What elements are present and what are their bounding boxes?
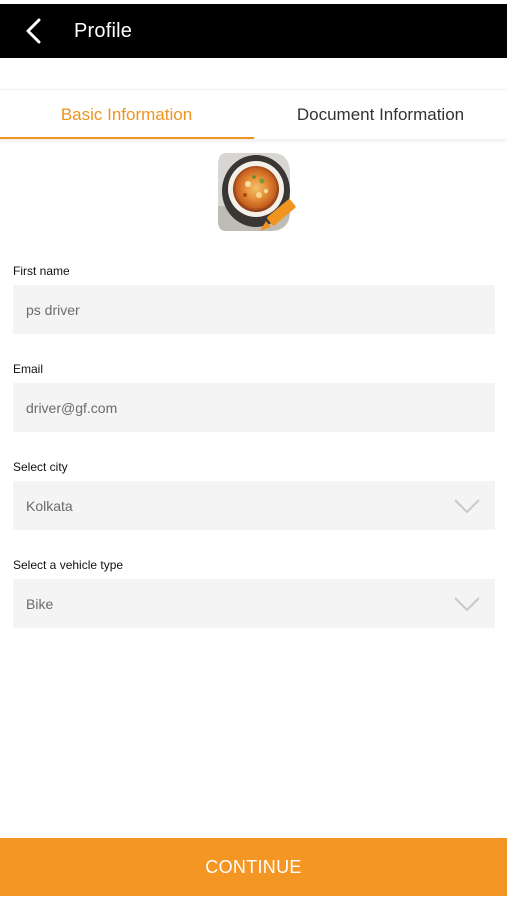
email-label: Email — [13, 362, 44, 376]
city-label: Select city — [13, 460, 68, 474]
chevron-left-icon[interactable] — [22, 18, 48, 44]
tab-basic-information[interactable]: Basic Information — [0, 90, 253, 140]
back-button[interactable] — [22, 18, 48, 44]
vehicle-type-label: Select a vehicle type — [13, 558, 124, 572]
vehicle-type-select[interactable]: Bike — [13, 579, 495, 628]
app-header: Profile — [0, 4, 507, 58]
first-name-field[interactable]: ps driver — [13, 285, 495, 334]
first-name-label: First name — [13, 264, 70, 278]
page-title: Profile — [74, 20, 133, 42]
email-field[interactable]: driver@gf.com — [13, 383, 495, 432]
city-selected-value: Kolkata — [26, 497, 73, 514]
tab-bar: Basic Information Document Information — [0, 89, 507, 139]
continue-button[interactable]: CONTINUE — [0, 838, 507, 896]
food-bowl-photo — [218, 153, 296, 231]
vehicle-type-selected-value: Bike — [26, 595, 54, 612]
active-tab-indicator — [0, 137, 254, 139]
profile-avatar[interactable] — [214, 151, 300, 235]
city-select[interactable]: Kolkata — [13, 481, 495, 530]
chevron-down-icon — [454, 499, 480, 514]
chevron-down-icon — [454, 597, 480, 612]
tab-document-information[interactable]: Document Information — [254, 90, 507, 140]
